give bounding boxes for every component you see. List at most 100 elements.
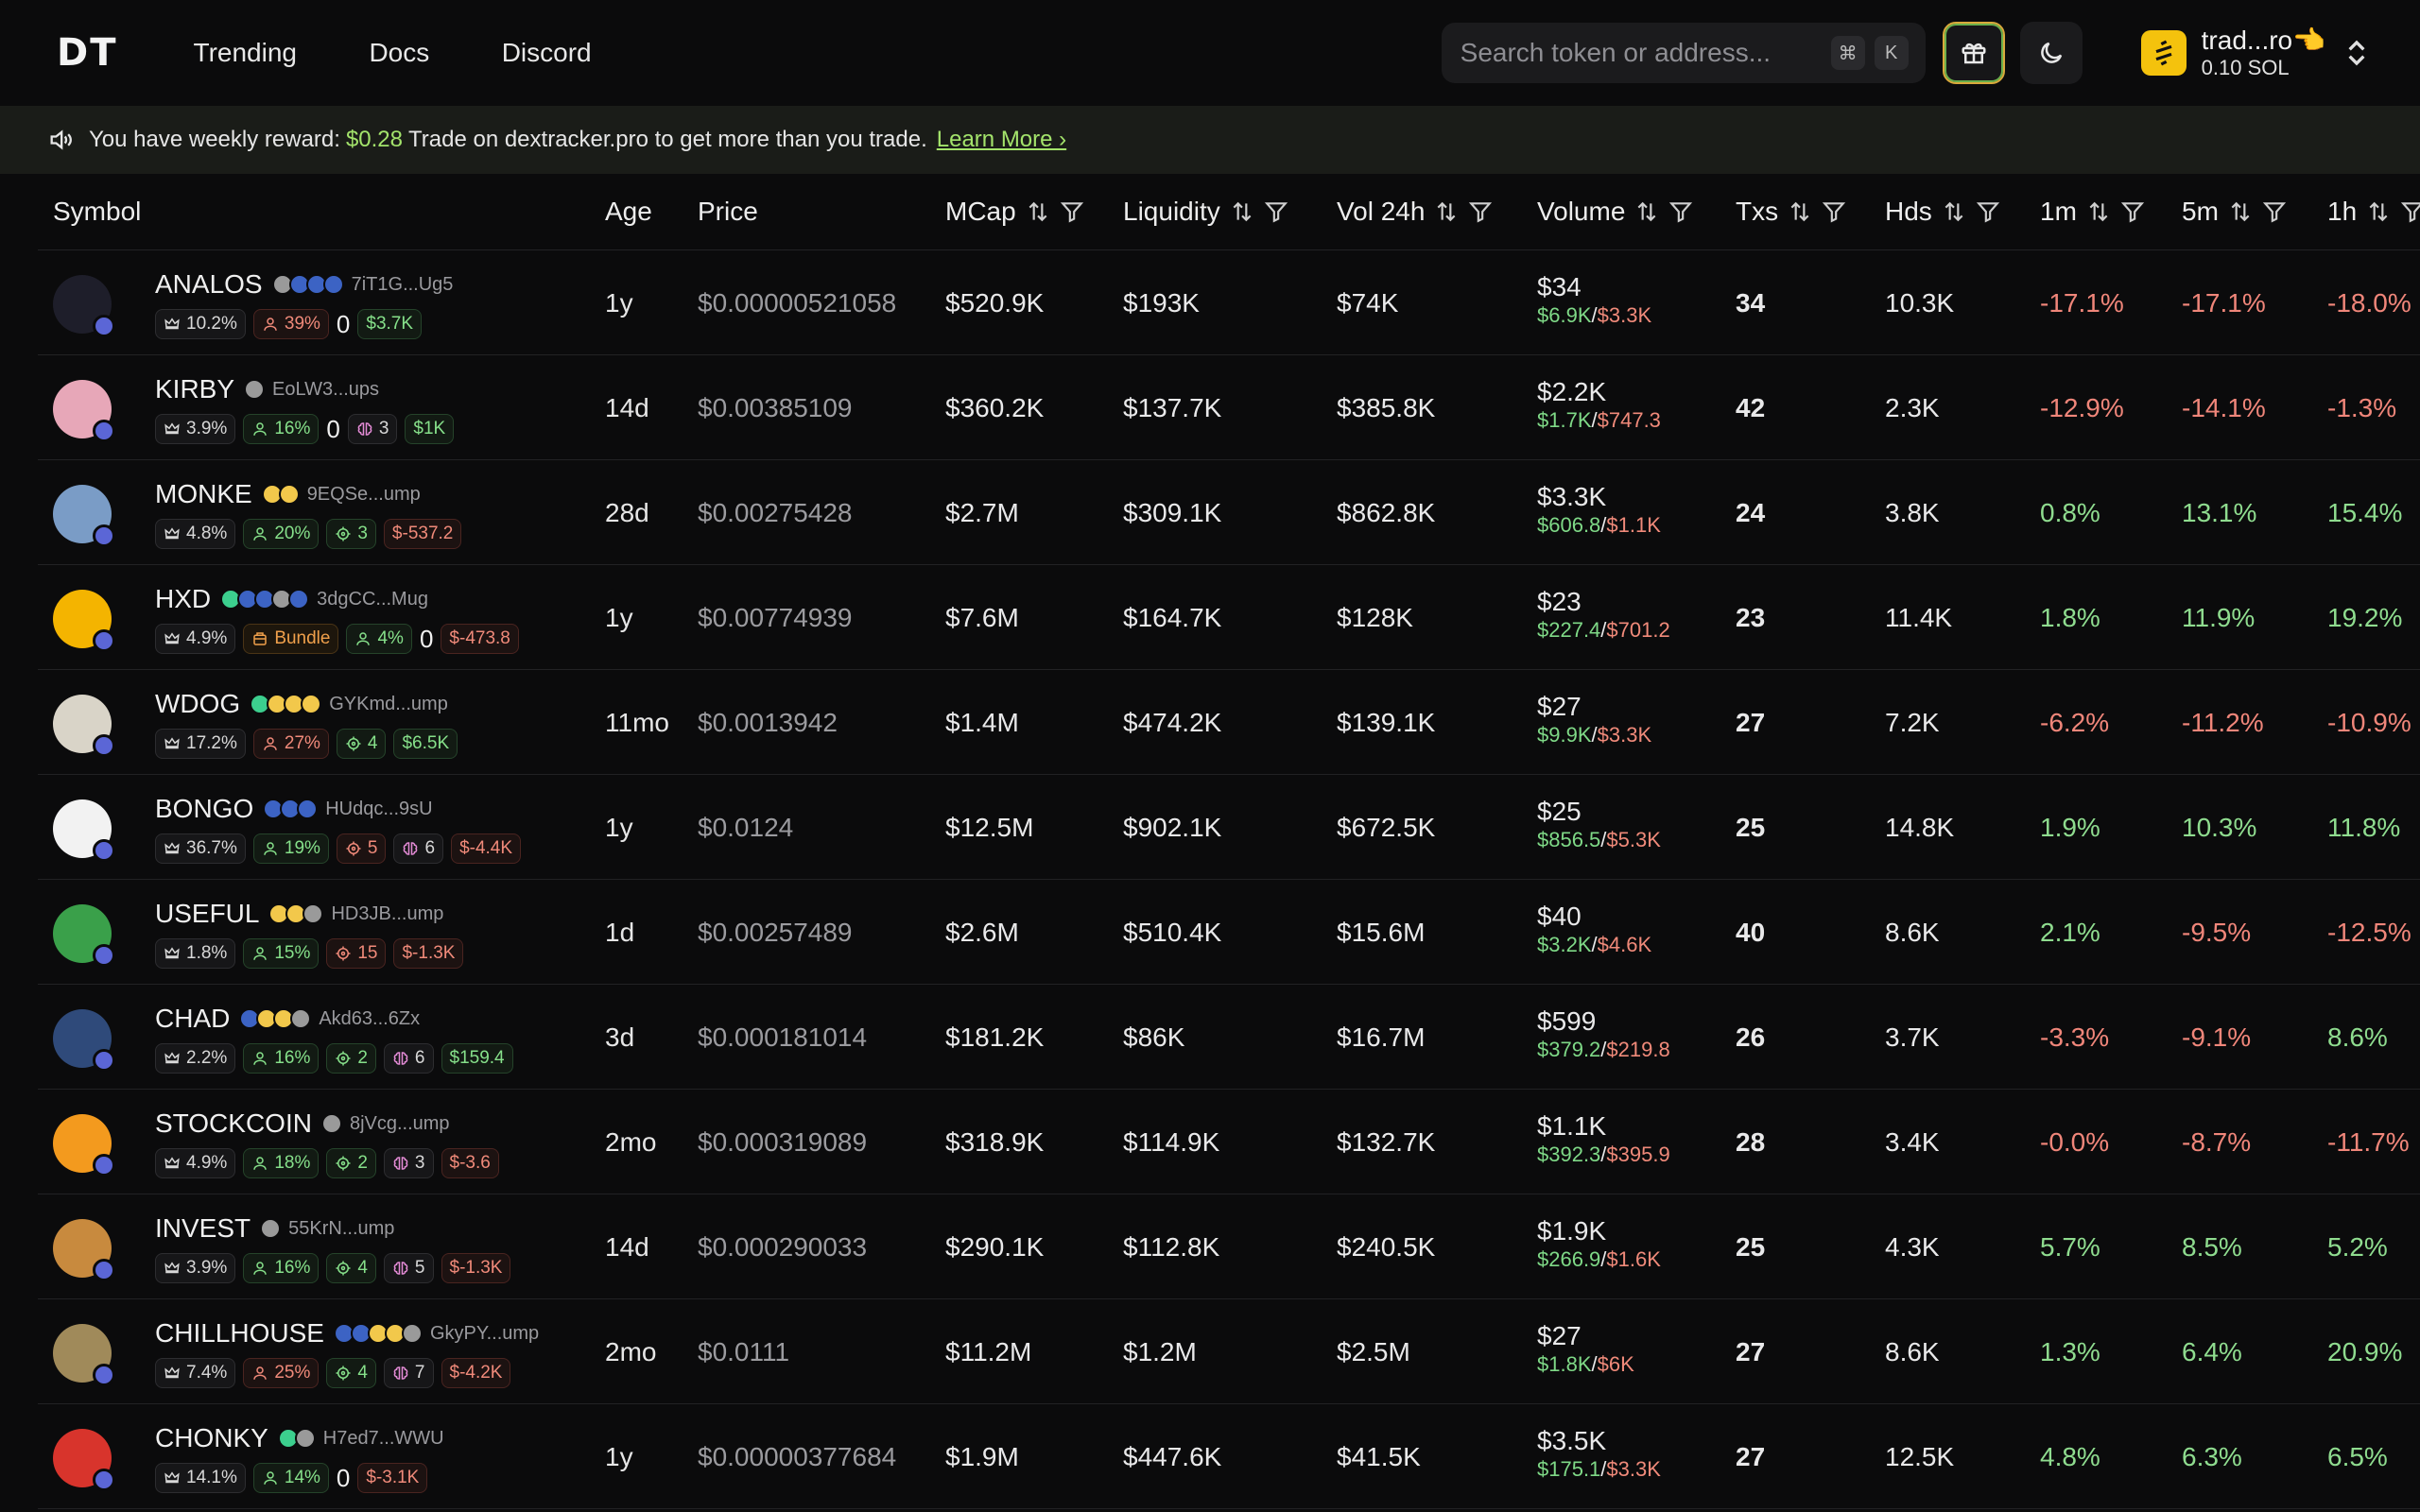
col-vol24h[interactable]: Vol 24h bbox=[1337, 197, 1493, 227]
col-hds[interactable]: Hds bbox=[1885, 197, 2000, 227]
social-link-icon[interactable] bbox=[244, 379, 266, 400]
filter-icon[interactable] bbox=[1822, 199, 1846, 224]
token-symbol[interactable]: CHONKY bbox=[155, 1423, 268, 1453]
table-row[interactable]: CHILLHOUSE GkyPY...ump 7.4% 25% 4 7 $-4.2K 2… bbox=[38, 1299, 2420, 1404]
table-row[interactable]: USEFUL HD3JB...ump 1.8% 15% 15 $-1.3K 1d $0… bbox=[38, 880, 2420, 985]
token-avatar[interactable] bbox=[53, 1324, 115, 1386]
social-link-icon[interactable] bbox=[301, 694, 322, 714]
social-link-icon[interactable] bbox=[288, 589, 310, 610]
token-avatar[interactable] bbox=[53, 695, 115, 757]
sort-icon[interactable] bbox=[1788, 199, 1812, 224]
social-link-icon[interactable] bbox=[322, 274, 344, 295]
table-row[interactable]: MONKE 9EQSe...ump 4.8% 20% 3 $-537.2 28d $0… bbox=[38, 460, 2420, 565]
filter-icon[interactable] bbox=[1468, 199, 1493, 224]
sort-icon[interactable] bbox=[2366, 199, 2391, 224]
col-liquidity[interactable]: Liquidity bbox=[1123, 197, 1288, 227]
table-row[interactable]: ANALOS 7iT1G...Ug5 10.2% 39% 0 $3.7K 1y $0.… bbox=[38, 250, 2420, 355]
token-symbol[interactable]: WDOG bbox=[155, 689, 240, 719]
token-address[interactable]: HUdqc...9sU bbox=[325, 799, 432, 820]
nav-discord[interactable]: Discord bbox=[502, 38, 592, 67]
token-address[interactable]: 8jVcg...ump bbox=[350, 1113, 450, 1135]
wallet-selector[interactable]: trad...ro👈 0.10 SOL bbox=[2140, 26, 2367, 79]
social-link-icon[interactable] bbox=[290, 1008, 312, 1029]
social-link-icon[interactable] bbox=[401, 1323, 423, 1344]
token-symbol[interactable]: USEFUL bbox=[155, 899, 259, 929]
token-avatar[interactable] bbox=[53, 799, 115, 862]
col-1m[interactable]: 1m bbox=[2040, 197, 2145, 227]
table-row[interactable]: CHAD Akd63...6Zx 2.2% 16% 2 6 $159.4 3d $0.0… bbox=[38, 985, 2420, 1090]
token-symbol[interactable]: CHILLHOUSE bbox=[155, 1318, 324, 1349]
token-symbol[interactable]: BONGO bbox=[155, 794, 253, 824]
filter-icon[interactable] bbox=[2400, 199, 2420, 224]
token-symbol[interactable]: ANALOS bbox=[155, 269, 263, 300]
social-link-icon[interactable] bbox=[302, 903, 324, 924]
social-link-icon[interactable] bbox=[320, 1113, 342, 1134]
sort-icon[interactable] bbox=[1942, 199, 1966, 224]
sort-icon[interactable] bbox=[2228, 199, 2253, 224]
col-1h[interactable]: 1h bbox=[2327, 197, 2420, 227]
filter-icon[interactable] bbox=[1668, 199, 1693, 224]
token-address[interactable]: GYKmd...ump bbox=[329, 694, 448, 715]
sort-icon[interactable] bbox=[1026, 199, 1050, 224]
theme-toggle-button[interactable] bbox=[2019, 22, 2083, 84]
sort-icon[interactable] bbox=[1634, 199, 1659, 224]
token-avatar[interactable] bbox=[53, 380, 115, 442]
change-1h: -1.3% bbox=[2327, 393, 2397, 422]
filter-icon[interactable] bbox=[2262, 199, 2287, 224]
social-link-icon[interactable] bbox=[260, 1218, 282, 1239]
token-age: 14d bbox=[605, 393, 649, 422]
token-address[interactable]: EoLW3...ups bbox=[272, 379, 379, 401]
token-symbol[interactable]: STOCKCOIN bbox=[155, 1108, 312, 1139]
sort-icon[interactable] bbox=[1434, 199, 1459, 224]
token-address[interactable]: Akd63...6Zx bbox=[319, 1008, 420, 1030]
token-avatar[interactable] bbox=[53, 1429, 115, 1491]
table-row[interactable]: INVEST 55KrN...ump 3.9% 16% 4 5 $-1.3K 14d $… bbox=[38, 1194, 2420, 1299]
nav-docs[interactable]: Docs bbox=[369, 38, 429, 67]
token-address[interactable]: 3dgCC...Mug bbox=[317, 589, 428, 610]
social-link-icon[interactable] bbox=[297, 799, 319, 819]
token-symbol[interactable]: INVEST bbox=[155, 1213, 251, 1244]
table-row[interactable]: HXD 3dgCC...Mug 4.9% Bundle 4% 0 $-473.8 1y … bbox=[38, 565, 2420, 670]
token-avatar[interactable] bbox=[53, 1219, 115, 1281]
token-address[interactable]: 9EQSe...ump bbox=[307, 484, 421, 506]
rewards-button[interactable] bbox=[1942, 22, 2005, 84]
token-symbol[interactable]: MONKE bbox=[155, 479, 252, 509]
token-symbol[interactable]: CHAD bbox=[155, 1004, 230, 1034]
search-box[interactable]: ⌘ K bbox=[1441, 23, 1926, 83]
token-address[interactable]: H7ed7...WWU bbox=[323, 1428, 444, 1450]
learn-more-link[interactable]: Learn More › bbox=[937, 127, 1066, 153]
social-link-icon[interactable] bbox=[278, 484, 300, 505]
token-address[interactable]: 7iT1G...Ug5 bbox=[352, 274, 454, 296]
token-symbol[interactable]: HXD bbox=[155, 584, 211, 614]
col-5m[interactable]: 5m bbox=[2182, 197, 2287, 227]
nav-trending[interactable]: Trending bbox=[194, 38, 297, 67]
token-avatar[interactable] bbox=[53, 1114, 115, 1177]
col-mcap[interactable]: MCap bbox=[945, 197, 1084, 227]
social-link-icon[interactable] bbox=[294, 1428, 316, 1449]
token-address[interactable]: GkyPY...ump bbox=[430, 1323, 539, 1345]
token-symbol[interactable]: KIRBY bbox=[155, 374, 234, 404]
token-avatar[interactable] bbox=[53, 275, 115, 337]
token-address[interactable]: HD3JB...ump bbox=[331, 903, 443, 925]
filter-icon[interactable] bbox=[1060, 199, 1084, 224]
logo[interactable]: DT bbox=[57, 31, 118, 75]
table-row[interactable]: WDOG GYKmd...ump 17.2% 27% 4 $6.5K 11mo $0.… bbox=[38, 670, 2420, 775]
table-row[interactable]: KIRBY EoLW3...ups 3.9% 16% 0 3 $1K 14d $0.00… bbox=[38, 355, 2420, 460]
token-address[interactable]: 55KrN...ump bbox=[288, 1218, 394, 1240]
filter-icon[interactable] bbox=[1264, 199, 1288, 224]
volume-sell: $5.3K bbox=[1606, 827, 1661, 851]
col-txs[interactable]: Txs bbox=[1736, 197, 1846, 227]
sort-icon[interactable] bbox=[1230, 199, 1254, 224]
table-row[interactable]: CHONKY H7ed7...WWU 14.1% 14% 0 $-3.1K 1y $0… bbox=[38, 1404, 2420, 1509]
token-avatar[interactable] bbox=[53, 590, 115, 652]
token-avatar[interactable] bbox=[53, 904, 115, 967]
token-avatar[interactable] bbox=[53, 485, 115, 547]
col-volume[interactable]: Volume bbox=[1537, 197, 1693, 227]
sort-icon[interactable] bbox=[2086, 199, 2111, 224]
search-input[interactable] bbox=[1458, 37, 1822, 69]
filter-icon[interactable] bbox=[2120, 199, 2145, 224]
token-avatar[interactable] bbox=[53, 1009, 115, 1072]
table-row[interactable]: STOCKCOIN 8jVcg...ump 4.9% 18% 2 3 $-3.6 2mo… bbox=[38, 1090, 2420, 1194]
filter-icon[interactable] bbox=[1976, 199, 2000, 224]
table-row[interactable]: BONGO HUdqc...9sU 36.7% 19% 5 6 $-4.4K 1y $0… bbox=[38, 775, 2420, 880]
